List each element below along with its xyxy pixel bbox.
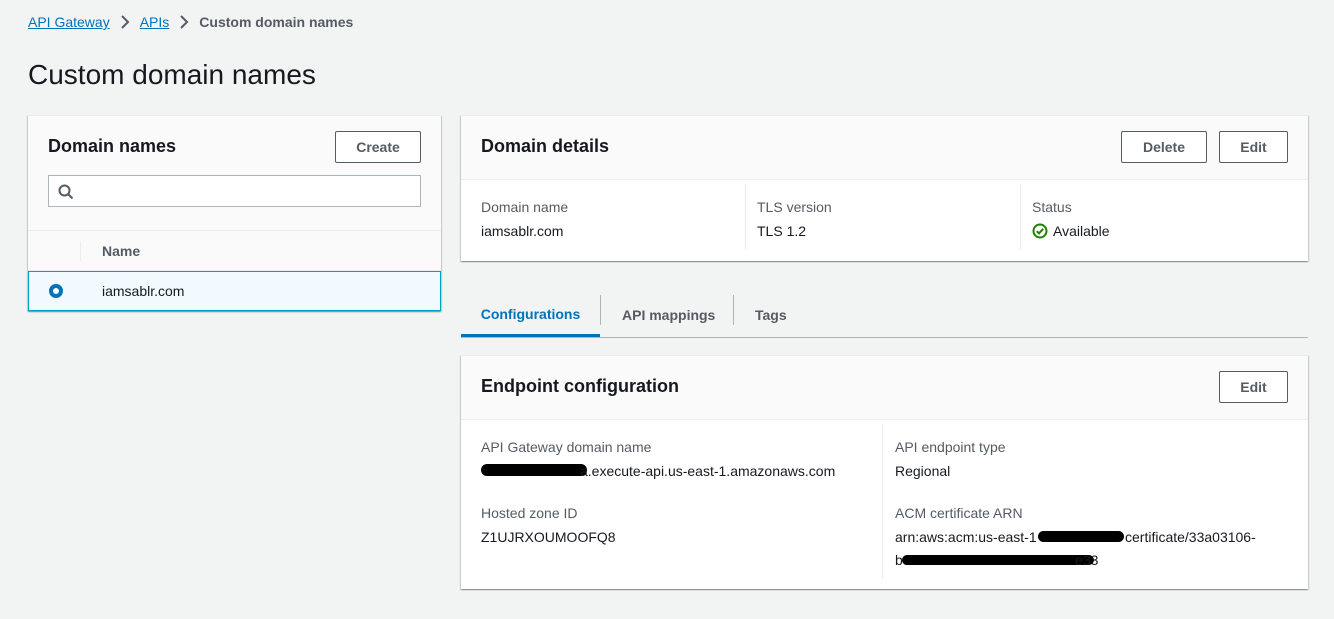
column-divider: [1020, 184, 1021, 250]
breadcrumb-current: Custom domain names: [199, 14, 354, 30]
endpoint-configuration-panel: Endpoint configuration Edit API Gateway …: [461, 355, 1308, 589]
search-input[interactable]: [81, 176, 411, 206]
domain-name-cell: iamsablr.com: [102, 283, 185, 299]
domain-name-label: Domain name: [481, 199, 569, 215]
tab-api-mappings[interactable]: API mappings: [622, 293, 715, 337]
create-button[interactable]: Create: [335, 131, 421, 163]
row-radio-selected[interactable]: [49, 284, 63, 298]
api-endpoint-type-label: API endpoint type: [895, 439, 1006, 455]
table-header: Name: [28, 231, 441, 271]
hosted-zone-label: Hosted zone ID: [481, 505, 578, 521]
search-icon: [58, 184, 74, 203]
tab-divider: [600, 295, 601, 325]
delete-button[interactable]: Delete: [1121, 131, 1207, 163]
page-title: Custom domain names: [28, 59, 316, 90]
api-gateway-domain-label: API Gateway domain name: [481, 439, 652, 455]
status-label: Status: [1032, 199, 1072, 215]
endpoint-configuration-title: Endpoint configuration: [481, 376, 679, 396]
status-badge: Available: [1032, 223, 1110, 239]
status-value: Available: [1053, 223, 1110, 239]
redaction-mark: [902, 555, 1094, 565]
domain-name-value: iamsablr.com: [481, 223, 564, 239]
breadcrumb-apis-link[interactable]: APIs: [140, 14, 170, 30]
acm-arn-line1-suffix: certificate/33a03106-: [1125, 529, 1256, 545]
column-divider: [80, 241, 81, 261]
api-gateway-domain-value: a.execute-api.us-east-1.amazonaws.com: [580, 463, 836, 479]
redaction-mark: [481, 464, 587, 476]
domain-names-header: Domain names Create: [28, 116, 441, 231]
tab-bar: Configurations API mappings Tags: [461, 293, 1308, 338]
search-field[interactable]: [48, 175, 421, 207]
tab-configurations[interactable]: Configurations: [461, 293, 600, 337]
chevron-right-icon: [120, 15, 130, 29]
domain-names-title: Domain names: [48, 136, 177, 156]
acm-arn-line2-suffix: e33: [1075, 552, 1099, 568]
redaction-mark: [1038, 531, 1124, 542]
chevron-right-icon: [179, 15, 189, 29]
column-header-name[interactable]: Name: [102, 243, 140, 259]
acm-arn-line1-prefix: arn:aws:acm:us-east-1: [895, 529, 1037, 545]
domain-names-panel: Domain names Create Name iamsablr.com: [28, 115, 441, 311]
tab-tags[interactable]: Tags: [755, 293, 787, 337]
tls-version-label: TLS version: [757, 199, 832, 215]
api-endpoint-type-value: Regional: [895, 463, 951, 479]
acm-certificate-label: ACM certificate ARN: [895, 505, 1023, 521]
tls-version-value: TLS 1.2: [757, 223, 807, 239]
domain-details-header: Domain details Delete Edit: [461, 116, 1308, 180]
edit-details-button[interactable]: Edit: [1219, 131, 1288, 163]
breadcrumb-api-gateway-link[interactable]: API Gateway: [28, 14, 110, 30]
domain-details-title: Domain details: [481, 136, 610, 156]
breadcrumb: API Gateway APIs Custom domain names: [28, 14, 353, 30]
column-divider: [882, 424, 883, 579]
endpoint-configuration-header: Endpoint configuration Edit: [461, 356, 1308, 420]
edit-endpoint-button[interactable]: Edit: [1219, 371, 1288, 403]
domain-details-panel: Domain details Delete Edit Domain name i…: [461, 115, 1308, 261]
tab-divider: [733, 295, 734, 325]
hosted-zone-value: Z1UJRXOUMOOFQ8: [481, 529, 616, 545]
column-divider: [745, 184, 746, 250]
domain-name-field: Domain name iamsablr.com: [481, 180, 741, 262]
status-field: Status Available: [1032, 180, 1292, 262]
tls-version-field: TLS version TLS 1.2: [757, 180, 1017, 262]
check-circle-icon: [1032, 223, 1048, 239]
table-row[interactable]: iamsablr.com: [28, 271, 441, 311]
